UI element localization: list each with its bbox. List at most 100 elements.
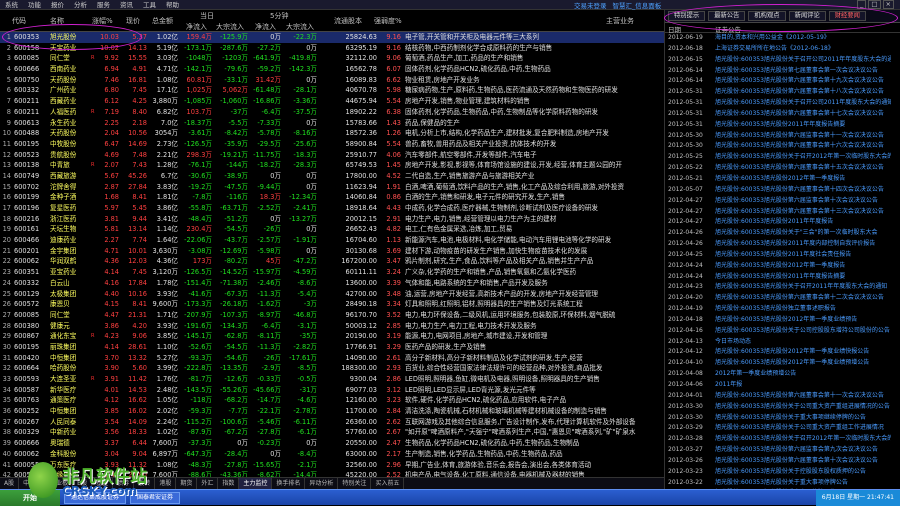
news-title-link[interactable]: 旭光股份:600353旭光股份2012年第一季度业绩预告 — [715, 315, 891, 326]
tab-latest-announcement[interactable]: 最新公告 — [708, 11, 746, 21]
table-row[interactable]: 39 600666 奥瑞德 3.37 6.44 7,600万 -37.3万 0万 -0.23万 0… — [0, 438, 664, 449]
news-title-link[interactable]: 旭光股份:600353旭光股份第六届董事会第十四次会议决议公告 — [715, 185, 891, 196]
table-row[interactable]: 15 600702 沱牌舍得 2.87 27.84 3.83亿 -19.2万 -47.5万 -9… — [0, 182, 664, 193]
news-title-link[interactable]: 上海证券交易所所在地公告《2012-06-18》 — [715, 44, 891, 55]
news-item[interactable]: 2012-04-20 旭光股份:600353旭光股份第六届董事会第十二次会议决议公… — [665, 293, 900, 304]
news-title-link[interactable]: 旭光股份:600353旭光股份第六届董事会第十次会议决议公告 — [715, 456, 891, 467]
news-item[interactable]: 2012-04-25 旭光股份:600353旭光股份2011年度社会责任报告 — [665, 250, 900, 261]
news-item[interactable]: 2012-05-30 旭光股份:600353旭光股份第六届监事会第十一次会议决议公… — [665, 131, 900, 142]
news-title-link[interactable]: 旭光股份:600353旭光股份第六届监事会第九次会议决议公告 — [715, 445, 891, 456]
table-row[interactable]: 16 600199 金种子酒 1.68 8.41 1.81亿 -7.8万 -116万 18.3万… — [0, 192, 664, 203]
news-item[interactable]: 2012-03-30 旭光股份:600353旭光股份关于重大事项继续停牌的公告 — [665, 413, 900, 424]
news-title-link[interactable]: 旭光股份:600353旭光股份第六届监事会第十次会议决议公告 — [715, 196, 891, 207]
news-item[interactable]: 2012-04-08 2012年第一季度业绩预增公告 — [665, 369, 900, 380]
tab-market-11[interactable]: 主力监控 — [239, 478, 273, 489]
news-item[interactable]: 2012-03-30 旭光股份:600353旭光股份关于公司重大资产重组进展情况的… — [665, 402, 900, 413]
news-item[interactable]: 2012-04-18 旭光股份:600353旭光股份2012年第一季度业绩预告 — [665, 315, 900, 326]
table-row[interactable]: 28 600380 健康元 3.86 4.20 3.93亿 -191.6万 -134.3万 -6… — [0, 321, 664, 332]
news-title-link[interactable]: 旭光股份:600353旭光股份关于重大事项停牌公告 — [715, 478, 891, 489]
news-item[interactable]: 2012-04-23 旭光股份:600353旭光股份关于召开2011年年度股东大会… — [665, 282, 900, 293]
tab-finance-news[interactable]: 财经要闻 — [828, 11, 866, 21]
news-title-link[interactable]: 2011年报 — [715, 380, 891, 391]
news-item[interactable]: 2012-05-31 旭光股份:600353旭光股份2011年年度报告摘要 — [665, 120, 900, 131]
news-title-link[interactable]: 旭光股份:600353旭光股份第六届董事会第十七次会议决议公告 — [715, 109, 891, 120]
news-title-link[interactable]: 旭光股份:600353旭光股份关于公司控股股东增持公司股份的公告 — [715, 326, 891, 337]
news-title-link[interactable]: 旭光股份:600353旭光股份2011年年度报告 — [715, 217, 891, 228]
news-item[interactable]: 2012-03-22 旭光股份:600353旭光股份关于重大事项停牌公告 — [665, 478, 900, 489]
tab-market-10[interactable]: 指数 — [218, 478, 240, 489]
news-item[interactable]: 2012-04-16 旭光股份:600353旭光股份关于公司控股股东增持公司股份的… — [665, 326, 900, 337]
news-title-link[interactable]: 旭光股份:600353旭光股份2012年第一季度报告 — [715, 174, 891, 185]
news-title-link[interactable]: 旭光股份:600353旭光股份关于召开公司2011年度股东大会的通知 — [715, 98, 891, 109]
table-row[interactable]: 6 600332 广州药业 6.80 7.45 17.1亿 1,025万 5,062万 -61.… — [0, 85, 664, 96]
news-item[interactable]: 2012-05-31 旭光股份:600353旭光股份第六届董事会第十七次会议决议公… — [665, 109, 900, 120]
news-item[interactable]: 2012-06-14 旭光股份:600353旭光股份第六届董事会第十九次会议决议公… — [665, 76, 900, 87]
table-row[interactable]: 20 600466 迪康药业 2.27 7.74 1.64亿 -22.06万 -43.7万 -2… — [0, 235, 664, 246]
menu-help[interactable]: 帮助 — [161, 0, 184, 10]
news-item[interactable]: 2012-04-12 旭光股份:600353旭光股份2012年第一季度业绩快报公告 — [665, 347, 900, 358]
news-title-link[interactable]: 旭光股份:600353旭光股份2011年年度报告摘要 — [715, 272, 891, 283]
news-title-link[interactable]: 旭光股份:600353旭光股份关于召开2012年第一次临时股东大会的通知 — [715, 434, 891, 445]
news-item[interactable]: 2012-04-24 旭光股份:600353旭光股份2011年年度报告摘要 — [665, 272, 900, 283]
table-row[interactable]: 19 600161 天坛生物 5.81 13.14 1.14亿 230.4万 -54.5万 -2… — [0, 224, 664, 235]
table-row[interactable]: 34 600587 新华医疗 4.01 14.53 2.48亿 -143.5万 -55.26万… — [0, 385, 664, 396]
table-row[interactable]: 36 600252 中恒集团 3.85 16.02 2.02亿 -59.3万 -7.7万 -22… — [0, 406, 664, 417]
news-item[interactable]: 2012-04-06 2011年报 — [665, 380, 900, 391]
news-item[interactable]: 2012-03-29 旭光股份:600353旭光股份关于公司重大资产重组工作进展情… — [665, 423, 900, 434]
table-row[interactable]: 23 600351 亚宝药业 4.14 7.45 3,120万 -126.5万 -14.52万… — [0, 267, 664, 278]
news-title-link[interactable]: 旭光股份:600353旭光股份第六届董事会第十二次会议决议公告 — [715, 293, 891, 304]
menu-system[interactable]: 系统 — [0, 0, 23, 10]
news-title-link[interactable]: 旭光股份:600353旭光股份关于召开2011年年度股东大会的通知 — [715, 282, 891, 293]
col-total[interactable]: 总金额 — [152, 16, 173, 26]
news-item[interactable]: 2012-06-15 旭光股份:600353旭光股份关于召开公司2011年年度股东… — [665, 55, 900, 66]
col-biz[interactable]: 主营业务 — [606, 16, 634, 26]
news-item[interactable]: 2012-05-21 旭光股份:600353旭光股份2012年第一季度报告 — [665, 174, 900, 185]
news-item[interactable]: 2012-04-01 旭光股份:600353旭光股份第六届董事会第十一次会议决议公… — [665, 391, 900, 402]
news-item[interactable]: 2012-05-31 旭光股份:600353旭光股份关于召开公司2011年度股东大… — [665, 98, 900, 109]
table-row[interactable]: 8 600211 人福医药 R 7.19 8.40 6.82亿 103.7万 -37万 -6.4万… — [0, 107, 664, 118]
table-row[interactable]: 4 600666 西南药业 6.94 4.91 4.71亿 -142.1万 -79.6万 -59… — [0, 64, 664, 75]
news-title-link[interactable]: 旭光股份:600353旭光股份第六届董事会第十三次会议决议公告 — [715, 207, 891, 218]
col-big[interactable]: 大宗流入 — [216, 22, 244, 32]
news-item[interactable]: 2012-04-27 旭光股份:600353旭光股份第六届监事会第十次会议决议公告 — [665, 196, 900, 207]
news-title-link[interactable]: 旭光股份:600353旭光股份第六届董事会第十五次会议决议公告 — [715, 163, 891, 174]
table-row[interactable]: 27 600085 同仁堂 4.47 21.31 1.71亿 -207.9万 -107.3万 -… — [0, 310, 664, 321]
table-row[interactable]: 26 600572 康恩贝 4.15 8.41 9,600万 -173.3万 -26.18万 -… — [0, 299, 664, 310]
tab-market-13[interactable]: 异动分析 — [305, 478, 339, 489]
tab-institution-view[interactable]: 机构观点 — [748, 11, 786, 21]
news-title-link[interactable]: 旭光股份:600353旭光股份关于公司重大资产重组工作进展情况 — [715, 423, 891, 434]
table-row[interactable]: 29 600867 通化东宝 R 4.23 9.06 3.85亿 -145.1万 -62.8万 -… — [0, 331, 664, 342]
news-item[interactable]: 2012-03-26 旭光股份:600353旭光股份第六届董事会第十次会议决议公告 — [665, 456, 900, 467]
table-row[interactable]: 35 600763 通策医疗 4.12 16.62 1.05亿 -118万 -68.2万 -14… — [0, 395, 664, 406]
table-row[interactable]: 3 600085 同仁堂 R 9.92 15.55 3.03亿 -1048万 -1203万 -64… — [0, 53, 664, 64]
news-title-link[interactable]: 今日市场动态 — [715, 337, 891, 348]
news-title-link[interactable]: 旭光股份:600353旭光股份2012年第一季度业绩快报公告 — [715, 347, 891, 358]
table-row[interactable]: 9 600613 永生药业 2.25 2.18 7.0亿 -18.37万 -5.5万 -7.33… — [0, 118, 664, 129]
table-row[interactable]: 5 600750 天药股份 7.46 16.81 1.08亿 60.81万 -33.1万 31.… — [0, 75, 664, 86]
news-item[interactable]: 2012-06-18 上海证券交易所所在地公告《2012-06-18》 — [665, 44, 900, 55]
news-title-link[interactable]: 旭光股份:600353旭光股份第六届监事会第十一次会议决议公告 — [715, 131, 891, 142]
maximize-button[interactable]: □ — [868, 0, 881, 9]
close-button[interactable]: × — [882, 0, 894, 9]
news-item[interactable]: 2012-03-28 旭光股份:600353旭光股份关于召开2012年第一次临时股… — [665, 434, 900, 445]
news-title-link[interactable]: 旭光股份:600353旭光股份2011年度内部控制自我评价报告 — [715, 239, 891, 250]
table-row[interactable]: 33 600593 大连圣亚 R 3.91 11.42 1.76亿 -81.7万 -12.6万 -… — [0, 374, 664, 385]
news-title-link[interactable]: 旭光股份:600353旭光股份第六届董事会第十六次会议决议公告 — [715, 141, 891, 152]
news-title-link[interactable]: 旭光股份:600353旭光股份关于"三会"的第一次临时股东大会 — [715, 228, 891, 239]
menu-service[interactable]: 服务 — [92, 0, 115, 10]
menu-quote[interactable]: 报价 — [46, 0, 69, 10]
news-title-link[interactable]: 旭光股份:600353旭光股份第六届董事会第十八次会议决议公告 — [715, 87, 891, 98]
news-title-link[interactable]: 旭光股份:600353旭光股份第六届董事会第十一次会议决议公告 — [715, 391, 891, 402]
table-row[interactable]: 37 600267 人民同泰 3.54 14.09 2.24亿 -115.2万 -100.6万… — [0, 417, 664, 428]
tab-market-9[interactable]: 外汇 — [197, 478, 219, 489]
table-row[interactable]: 18 600216 浙江医药 3.81 9.44 3.41亿 -48.4万 -51.2万 0万 -… — [0, 214, 664, 225]
col-price[interactable]: 现价 — [126, 16, 140, 26]
col-big5[interactable]: 大宗流入 — [286, 22, 314, 32]
table-row[interactable]: 7 600211 西藏药业 6.12 4.25 3,880万 -1,085万 -1,060万 -… — [0, 96, 664, 107]
tab-market-0[interactable]: A股 — [0, 478, 20, 489]
news-title-link[interactable]: 旭光股份:600353旭光股份2011年年度报告摘要 — [715, 120, 891, 131]
news-item[interactable]: 2012-05-25 旭光股份:600353旭光股份关于召开2012年第一次临时股… — [665, 152, 900, 163]
table-row[interactable]: 17 600196 复星医药 5.97 5.45 3.86亿 -55.8万 -63.71万 -2… — [0, 203, 664, 214]
table-row[interactable]: 24 600332 白云山 4.16 17.84 1.78亿 -151.4万 -71.38万 -… — [0, 278, 664, 289]
news-item[interactable]: 2012-04-10 旭光股份:600353旭光股份2012年第一季度业绩预增公告 — [665, 358, 900, 369]
